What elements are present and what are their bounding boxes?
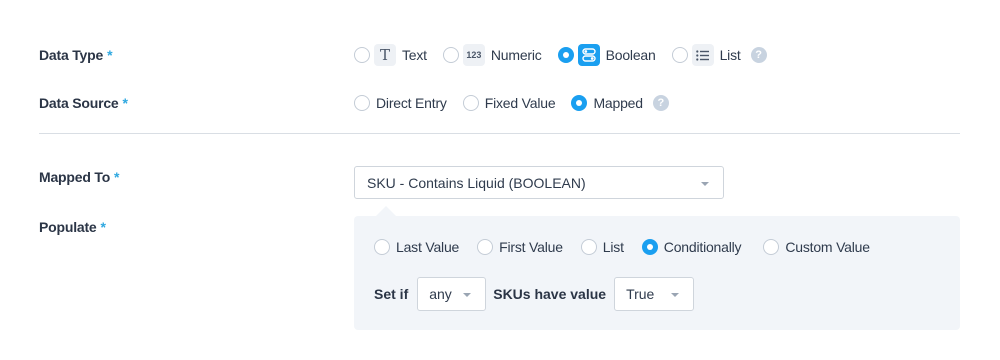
radio-button[interactable]: [374, 239, 390, 255]
populate-option-list[interactable]: List: [580, 239, 624, 255]
data-source-option-label: Direct Entry: [376, 95, 447, 111]
radio-button-checked[interactable]: [641, 239, 658, 255]
data-type-label: Data Type *: [39, 47, 113, 63]
data-source-option-mapped[interactable]: Mapped: [571, 95, 643, 111]
chevron-down-icon: [701, 182, 709, 186]
data-type-option-label: Text: [402, 47, 427, 63]
numeric-icon: 123: [462, 44, 485, 66]
radio-button[interactable]: [354, 47, 370, 63]
data-source-label-text: Data Source: [39, 95, 119, 111]
radio-button[interactable]: [354, 95, 370, 111]
populate-label-text: Populate: [39, 219, 97, 235]
condition-value-select[interactable]: True: [614, 277, 695, 311]
list-icon: [691, 44, 714, 66]
condition-prefix: Set if: [374, 286, 409, 302]
quantifier-select-value: any: [429, 286, 452, 302]
mapped-to-label-text: Mapped To: [39, 169, 111, 185]
data-type-label-text: Data Type: [39, 47, 104, 63]
data-type-option-boolean[interactable]: Boolean: [557, 44, 656, 66]
radio-button-checked[interactable]: [571, 95, 588, 111]
chevron-down-icon: [463, 293, 472, 297]
populate-option-custom-value[interactable]: Custom Value: [763, 239, 870, 255]
data-source-option-label: Fixed Value: [484, 95, 556, 111]
toggle-icon-svg: [581, 48, 596, 62]
data-type-option-numeric[interactable]: 123 Numeric: [442, 44, 542, 66]
data-source-label: Data Source *: [39, 95, 128, 111]
populate-option-label: Custom Value: [785, 239, 870, 255]
data-type-option-list[interactable]: List: [671, 44, 741, 66]
radio-button-checked[interactable]: [557, 47, 574, 63]
required-marker: *: [122, 95, 128, 111]
mapped-to-select[interactable]: SKU - Contains Liquid (BOOLEAN): [354, 166, 724, 199]
populate-option-label: First Value: [499, 239, 563, 255]
data-type-radio-group: T Text 123 Numeric Boolean List ?: [354, 43, 767, 67]
condition-value-select-value: True: [626, 286, 655, 302]
radio-button[interactable]: [671, 47, 688, 63]
chevron-down-icon: [671, 293, 680, 297]
required-marker: *: [100, 219, 106, 235]
panel-pointer: [376, 206, 396, 216]
condition-middle-text: SKUs have value: [493, 286, 607, 302]
data-type-option-label: Boolean: [605, 47, 656, 63]
data-type-option-text[interactable]: T Text: [354, 44, 427, 66]
quantifier-select[interactable]: any: [417, 277, 487, 311]
populate-option-last-value[interactable]: Last Value: [374, 239, 459, 255]
data-source-option-label: Mapped: [593, 95, 643, 111]
help-icon[interactable]: ?: [750, 47, 767, 63]
toggle-icon: [577, 44, 600, 66]
radio-button[interactable]: [477, 239, 494, 255]
list-icon-svg: [696, 49, 710, 61]
data-source-option-direct-entry[interactable]: Direct Entry: [354, 95, 447, 111]
populate-option-label: Conditionally: [663, 239, 742, 255]
mapped-to-label: Mapped To *: [39, 169, 120, 185]
populate-option-label: Last Value: [396, 239, 460, 255]
condition-row: Set if any SKUs have value True: [374, 277, 695, 311]
required-marker: *: [107, 47, 113, 63]
populate-option-label: List: [602, 239, 624, 255]
radio-button[interactable]: [462, 95, 479, 111]
data-source-option-fixed-value[interactable]: Fixed Value: [462, 95, 556, 111]
populate-label: Populate *: [39, 219, 106, 235]
data-type-option-label: Numeric: [490, 47, 542, 63]
populate-option-conditionally[interactable]: Conditionally: [641, 239, 742, 255]
section-divider: [39, 133, 960, 134]
data-type-option-label: List: [719, 47, 741, 63]
mapped-to-select-value: SKU - Contains Liquid (BOOLEAN): [367, 174, 586, 191]
populate-panel: [354, 216, 960, 330]
text-icon: T: [374, 44, 396, 66]
data-source-radio-group: Direct Entry Fixed Value Mapped ?: [354, 91, 669, 115]
populate-option-first-value[interactable]: First Value: [477, 239, 563, 255]
required-marker: *: [114, 169, 120, 185]
radio-button[interactable]: [580, 239, 597, 255]
help-icon[interactable]: ?: [652, 95, 669, 111]
populate-radio-group: Last Value First Value List Conditionall…: [374, 235, 870, 259]
radio-button[interactable]: [763, 239, 780, 255]
radio-button[interactable]: [442, 47, 459, 63]
